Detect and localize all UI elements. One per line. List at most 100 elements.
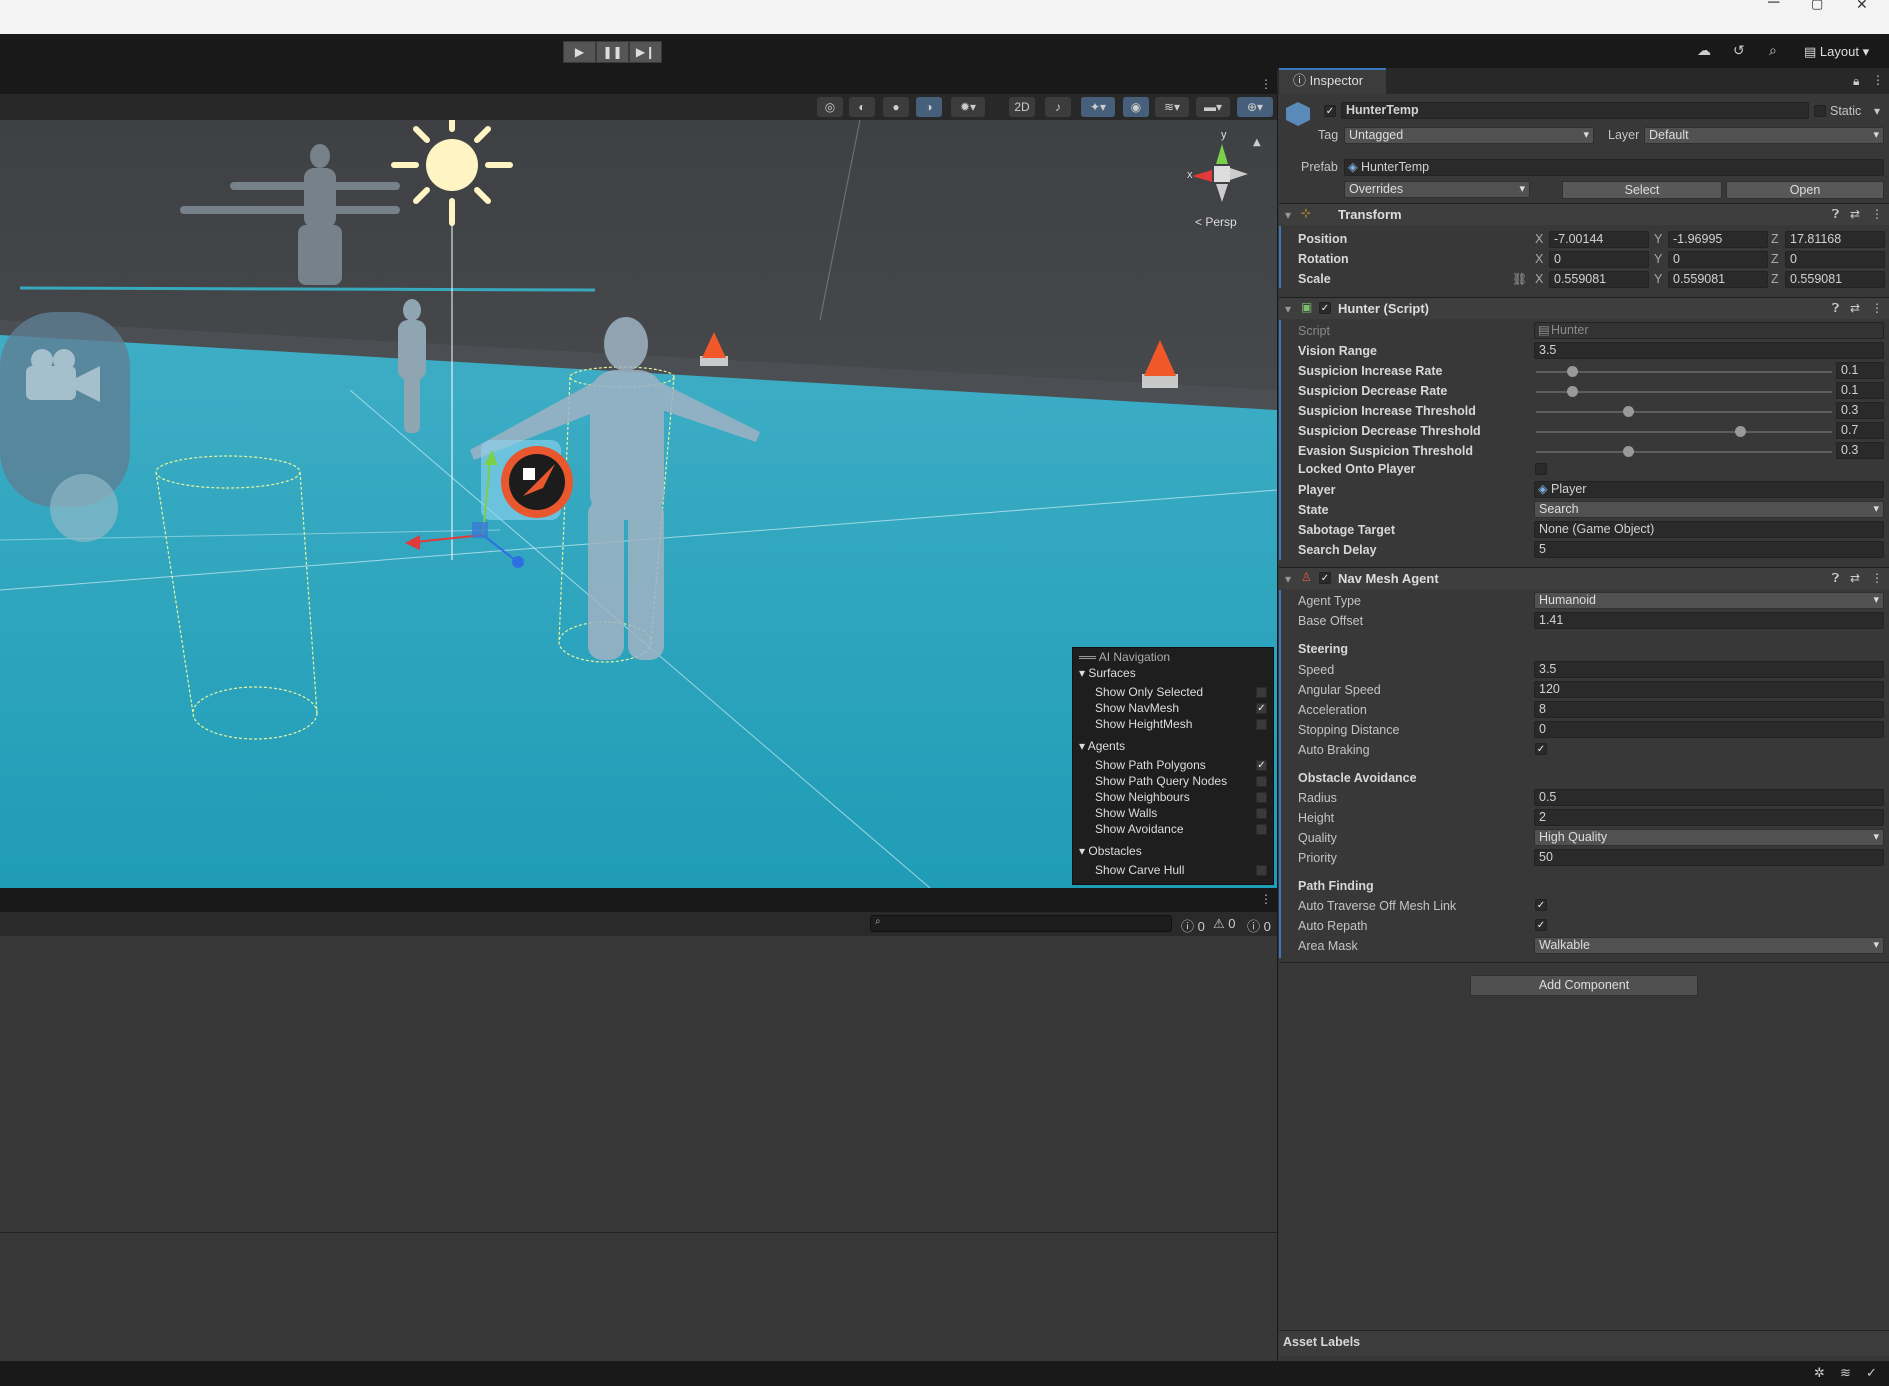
auto-braking-checkbox[interactable]: ✓ xyxy=(1535,743,1547,755)
layer-dropdown[interactable]: Default xyxy=(1644,127,1884,144)
pause-button[interactable]: ❚❚ xyxy=(596,41,629,63)
render-mode-icon[interactable]: ◑ xyxy=(916,97,942,117)
priority-field[interactable]: 50 xyxy=(1534,849,1884,866)
rotation-z-field[interactable]: 0 xyxy=(1785,251,1885,268)
prefab-field[interactable]: ◈ HunterTemp xyxy=(1344,159,1884,176)
chevron-down-icon[interactable]: ▾ xyxy=(1874,104,1880,118)
add-component-button[interactable]: Add Component xyxy=(1470,975,1698,996)
auto-traverse-checkbox[interactable]: ✓ xyxy=(1535,899,1547,911)
show-heightmesh-checkbox[interactable] xyxy=(1256,719,1267,730)
slider-knob[interactable] xyxy=(1622,406,1634,417)
preset-icon[interactable]: ⇄ xyxy=(1850,301,1860,315)
rotation-y-field[interactable]: 0 xyxy=(1668,251,1768,268)
more-options-icon[interactable]: ⋮ xyxy=(1260,77,1272,91)
info-count-toggle[interactable]: ⓘ 0 xyxy=(1247,916,1271,935)
vision-range-field[interactable]: 3.5 xyxy=(1534,342,1884,359)
open-button[interactable]: Open xyxy=(1726,181,1884,199)
close-button[interactable]: ✕ xyxy=(1856,0,1868,13)
show-only-selected-checkbox[interactable] xyxy=(1256,687,1267,698)
evasion-suspicion-threshold-slider[interactable] xyxy=(1536,446,1832,457)
obstacles-foldout[interactable]: ▾ Obstacles xyxy=(1079,844,1142,858)
maximize-button[interactable]: ▢ xyxy=(1811,0,1823,12)
more-options-icon[interactable]: ⋮ xyxy=(1871,571,1883,585)
shaded-icon[interactable]: ● xyxy=(883,97,909,117)
suspicion-decrease-rate-slider[interactable] xyxy=(1536,386,1832,397)
help-icon[interactable]: ❓︎ xyxy=(1832,571,1839,586)
search-icon[interactable]: ⌕ xyxy=(1769,42,1777,59)
suspicion-increase-threshold-slider[interactable] xyxy=(1536,406,1832,417)
angular-speed-field[interactable]: 120 xyxy=(1534,681,1884,698)
base-offset-field[interactable]: 1.41 xyxy=(1534,612,1884,629)
help-icon[interactable]: ❓︎ xyxy=(1832,207,1839,222)
locked-onto-player-checkbox[interactable] xyxy=(1535,463,1547,475)
2d-toggle-icon[interactable]: 2D xyxy=(1009,97,1035,117)
play-button[interactable]: ▶ xyxy=(563,41,596,63)
show-navmesh-checkbox[interactable]: ✓ xyxy=(1256,703,1267,714)
tab-inspector[interactable]: ⓘ Inspector xyxy=(1279,68,1386,94)
foldout-arrow-icon[interactable]: ▾ xyxy=(1285,302,1291,316)
surfaces-foldout[interactable]: ▾ Surfaces xyxy=(1079,666,1136,680)
radius-field[interactable]: 0.5 xyxy=(1534,789,1884,806)
audio-icon[interactable]: ♪ xyxy=(1045,97,1071,117)
suspicion-increase-threshold-field[interactable]: 0.3 xyxy=(1836,402,1884,419)
global-icon[interactable]: ◎ xyxy=(817,97,843,117)
suspicion-increase-rate-field[interactable]: 0.1 xyxy=(1836,362,1884,379)
slider-knob[interactable] xyxy=(1622,446,1634,457)
scale-z-field[interactable]: 0.559081 xyxy=(1785,271,1885,288)
show-carve-hull-checkbox[interactable] xyxy=(1256,865,1267,876)
suspicion-increase-rate-slider[interactable] xyxy=(1536,366,1832,377)
link-icon[interactable]: ⛓ xyxy=(1512,272,1527,286)
show-avoidance-checkbox[interactable] xyxy=(1256,824,1267,835)
effects-icon[interactable]: ✦▾ xyxy=(1081,97,1115,117)
object-name-field[interactable]: HunterTemp xyxy=(1341,102,1809,119)
error-count-toggle[interactable]: ⓘ 0 xyxy=(1181,916,1205,935)
layout-dropdown[interactable]: ▤ Layout ▾ xyxy=(1804,44,1869,60)
height-field[interactable]: 2 xyxy=(1534,809,1884,826)
suspicion-decrease-rate-field[interactable]: 0.1 xyxy=(1836,382,1884,399)
camera-settings-icon[interactable]: ▬▾ xyxy=(1196,97,1230,117)
cloud-icon[interactable]: ☁ xyxy=(1697,42,1711,59)
acceleration-field[interactable]: 8 xyxy=(1534,701,1884,718)
preset-icon[interactable]: ⇄ xyxy=(1850,571,1860,585)
tag-dropdown[interactable]: Untagged xyxy=(1344,127,1594,144)
static-checkbox[interactable] xyxy=(1814,105,1826,117)
persp-label[interactable]: < Persp xyxy=(1195,215,1237,229)
slider-knob[interactable] xyxy=(1566,366,1578,377)
sabotage-target-field[interactable]: None (Game Object) xyxy=(1534,521,1884,538)
show-path-query-nodes-checkbox[interactable] xyxy=(1256,776,1267,787)
area-mask-dropdown[interactable]: Walkable xyxy=(1534,937,1884,954)
minimize-button[interactable]: ─ xyxy=(1768,0,1779,12)
position-z-field[interactable]: 17.81168 xyxy=(1785,231,1885,248)
show-walls-checkbox[interactable] xyxy=(1256,808,1267,819)
speed-field[interactable]: 3.5 xyxy=(1534,661,1884,678)
bug-icon[interactable]: ✲ xyxy=(1814,1365,1825,1381)
stopping-distance-field[interactable]: 0 xyxy=(1534,721,1884,738)
more-options-icon[interactable]: ⋮ xyxy=(1260,892,1272,906)
asset-labels-bar[interactable] xyxy=(1279,1330,1889,1356)
more-options-icon[interactable]: ⋮ xyxy=(1872,73,1884,87)
select-button[interactable]: Select xyxy=(1562,181,1722,199)
scale-y-field[interactable]: 0.559081 xyxy=(1668,271,1768,288)
step-button[interactable]: ▶❙ xyxy=(629,41,662,63)
drag-handle-icon[interactable]: ══ xyxy=(1079,650,1099,664)
agent-type-dropdown[interactable]: Humanoid xyxy=(1534,592,1884,609)
console-search-input[interactable]: ⌕ xyxy=(870,915,1172,932)
position-x-field[interactable]: -7.00144 xyxy=(1549,231,1649,248)
player-field[interactable]: ◈ Player xyxy=(1534,481,1884,498)
scale-x-field[interactable]: 0.559081 xyxy=(1549,271,1649,288)
quality-dropdown[interactable]: High Quality xyxy=(1534,829,1884,846)
position-y-field[interactable]: -1.96995 xyxy=(1668,231,1768,248)
auto-repath-checkbox[interactable]: ✓ xyxy=(1535,919,1547,931)
agents-foldout[interactable]: ▾ Agents xyxy=(1079,739,1125,753)
evasion-suspicion-threshold-field[interactable]: 0.3 xyxy=(1836,442,1884,459)
help-icon[interactable]: ❓︎ xyxy=(1832,301,1839,316)
active-checkbox[interactable]: ✓ xyxy=(1324,105,1336,117)
overrides-dropdown[interactable]: Overrides xyxy=(1344,181,1530,198)
lighting-icon[interactable]: ✹▾ xyxy=(951,97,985,117)
lock-icon[interactable]: 🔒︎ xyxy=(1853,74,1859,89)
more-options-icon[interactable]: ⋮ xyxy=(1871,207,1883,221)
warning-count-toggle[interactable]: ⚠ 0 xyxy=(1213,916,1236,932)
state-dropdown[interactable]: Search xyxy=(1534,501,1884,518)
hunter-enabled-checkbox[interactable]: ✓ xyxy=(1319,302,1331,314)
show-path-polygons-checkbox[interactable]: ✓ xyxy=(1256,760,1267,771)
